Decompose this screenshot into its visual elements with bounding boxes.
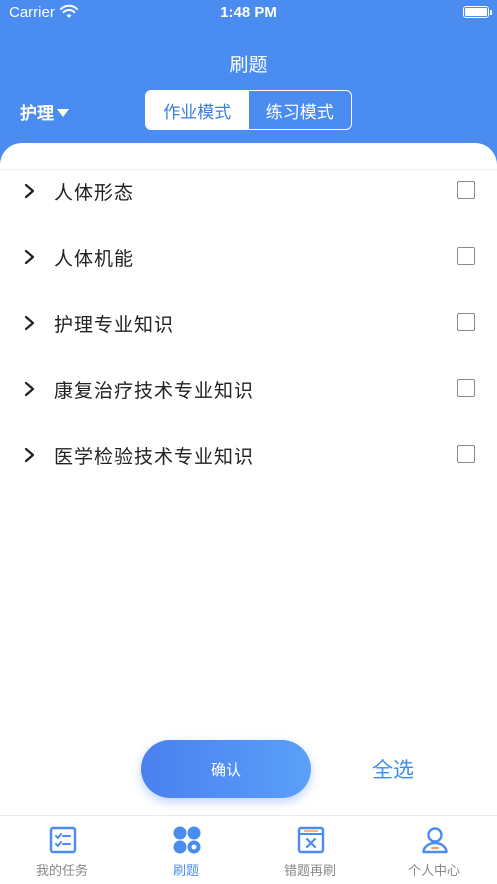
category-row[interactable]: 人体形态 xyxy=(0,158,497,224)
category-label: 人体形态 xyxy=(54,182,135,204)
confirm-button[interactable]: 确认 xyxy=(141,740,311,798)
category-checkbox[interactable] xyxy=(457,181,475,199)
tab-profile[interactable]: 个人中心 xyxy=(372,816,496,884)
tab-bar: 我的任务 刷题 错题再刷 个人中心 xyxy=(0,815,497,884)
category-checkbox[interactable] xyxy=(457,445,475,463)
tab-label: 我的任务 xyxy=(35,864,88,879)
tab-practice[interactable]: 刷题 xyxy=(124,816,248,884)
mode-practice-tab[interactable]: 练习模式 xyxy=(249,91,352,129)
category-checkbox[interactable] xyxy=(457,379,475,397)
profile-icon xyxy=(422,827,448,854)
category-label: 人体机能 xyxy=(54,248,135,270)
category-row[interactable]: 人体机能 xyxy=(0,224,497,290)
caret-down-icon xyxy=(57,108,69,117)
wrong-questions-icon xyxy=(297,826,325,854)
category-row[interactable]: 医学检验技术专业知识 xyxy=(0,422,497,488)
category-label: 医学检验技术专业知识 xyxy=(54,446,255,468)
task-list-icon xyxy=(49,826,77,854)
chevron-right-icon[interactable] xyxy=(22,380,37,398)
tab-label: 个人中心 xyxy=(407,864,460,879)
status-time: 1:48 PM xyxy=(220,4,277,21)
tab-label: 刷题 xyxy=(172,864,199,879)
chevron-right-icon[interactable] xyxy=(22,248,37,266)
subject-selector[interactable]: 护理 xyxy=(20,99,69,124)
subject-label: 护理 xyxy=(20,104,54,124)
battery-icon xyxy=(463,6,492,18)
category-label: 康复治疗技术专业知识 xyxy=(54,380,255,402)
chevron-right-icon[interactable] xyxy=(22,182,37,200)
category-checkbox[interactable] xyxy=(457,247,475,265)
select-all-button[interactable]: 全选 xyxy=(372,754,414,784)
chevron-right-icon[interactable] xyxy=(22,314,37,332)
tab-label: 错题再刷 xyxy=(283,864,336,879)
tab-my-tasks[interactable]: 我的任务 xyxy=(0,816,124,884)
chevron-right-icon[interactable] xyxy=(22,446,37,464)
tab-wrong-questions[interactable]: 错题再刷 xyxy=(248,816,372,884)
category-label: 护理专业知识 xyxy=(54,314,175,336)
mode-switch: 作业模式 练习模式 xyxy=(145,90,352,130)
page-title: 刷题 xyxy=(229,54,268,76)
category-row[interactable]: 护理专业知识 xyxy=(0,290,497,356)
category-row[interactable]: 康复治疗技术专业知识 xyxy=(0,356,497,422)
practice-grid-icon xyxy=(173,826,201,854)
status-bar: Carrier 1:48 PM xyxy=(0,0,497,26)
category-checkbox[interactable] xyxy=(457,313,475,331)
mode-homework-tab[interactable]: 作业模式 xyxy=(146,91,249,129)
